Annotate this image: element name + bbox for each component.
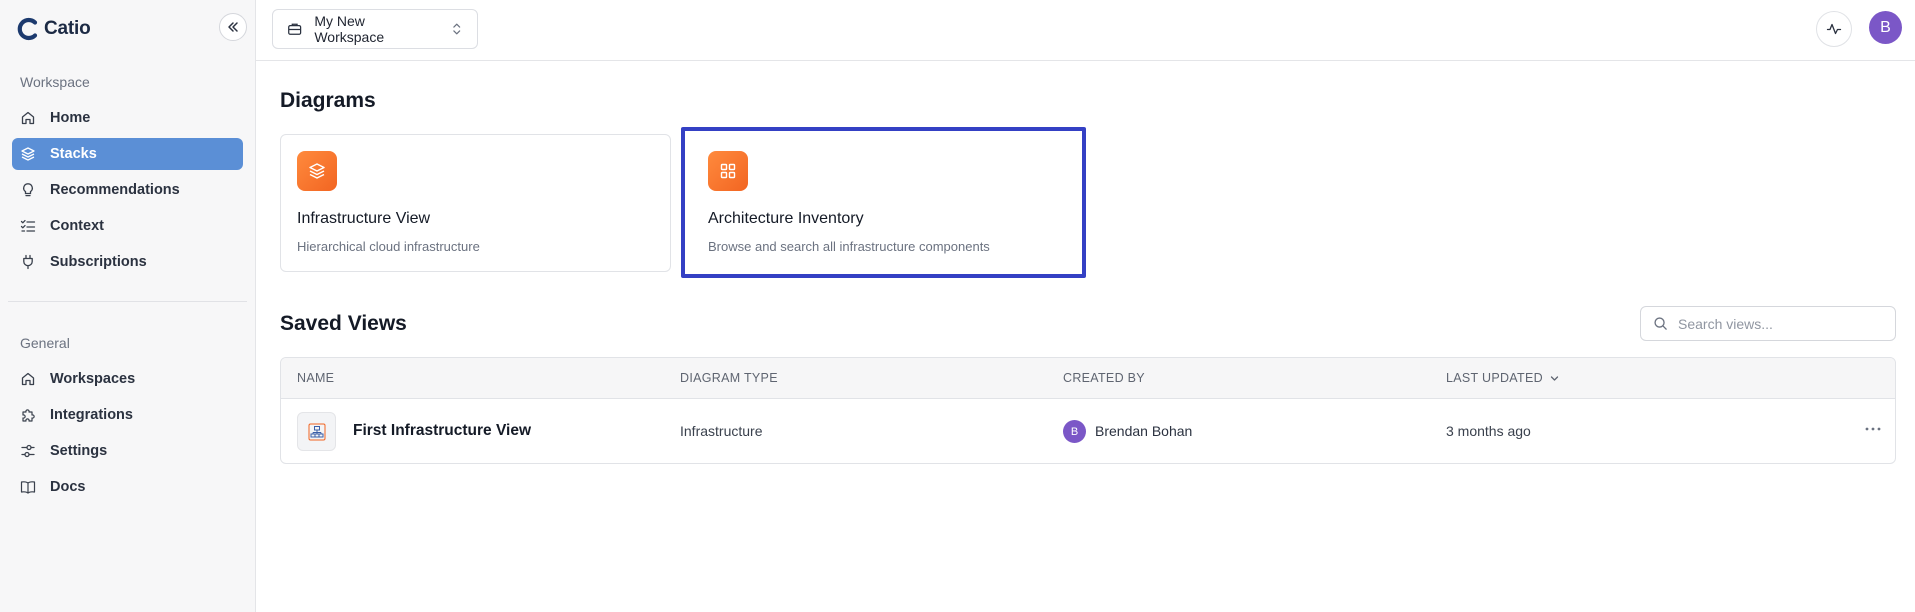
card-icon-badge [708, 151, 748, 191]
lightbulb-icon [23, 183, 33, 197]
sidebar-item-label: Subscriptions [50, 254, 147, 270]
sidebar-item-label: Integrations [50, 407, 133, 423]
chevrons-left-icon [228, 22, 238, 32]
last-updated: 3 months ago [1446, 423, 1531, 439]
diagrams-title: Diagrams [280, 89, 376, 112]
search-icon [1654, 317, 1667, 330]
sidebar-item-workspaces[interactable]: Workspaces [12, 363, 243, 395]
sidebar-item-label: Workspaces [50, 371, 136, 387]
sidebar-item-subscriptions[interactable]: Subscriptions [12, 246, 243, 278]
app-name: Catio [44, 18, 91, 39]
general-section-label: General [20, 335, 70, 351]
book-icon [20, 481, 36, 494]
card-description: Browse and search all infrastructure com… [708, 239, 990, 254]
sliders-icon [21, 444, 35, 458]
view-name[interactable]: First Infrastructure View [353, 422, 531, 440]
layers-icon [309, 163, 325, 179]
sidebar-item-label: Settings [50, 443, 108, 459]
card-icon-badge [297, 151, 337, 191]
catio-logo-icon [17, 17, 38, 41]
column-header-created-by[interactable]: CREATED BY [1063, 371, 1145, 385]
card-title: Infrastructure View [297, 210, 431, 227]
briefcase-icon [288, 23, 302, 35]
sidebar-item-label: Context [50, 218, 104, 234]
sidebar: Catio Workspace Home Stacks Recommendati… [0, 0, 256, 612]
creator-name: Brendan Bohan [1095, 423, 1193, 439]
diagram-card-infrastructure-view[interactable]: Infrastructure View Hierarchical cloud i… [280, 134, 671, 272]
column-header-label: LAST UPDATED [1446, 371, 1543, 385]
home-icon [21, 111, 35, 125]
home-icon [21, 372, 35, 386]
workspace-section-label: Workspace [20, 74, 90, 90]
chevrons-up-down-icon [453, 23, 461, 35]
layers-icon [21, 147, 35, 161]
diagram-card-architecture-inventory[interactable]: Architecture Inventory Browse and search… [681, 127, 1086, 278]
sidebar-item-context[interactable]: Context [12, 210, 243, 242]
plug-icon [23, 254, 33, 270]
puzzle-icon [22, 409, 35, 422]
column-header-diagram-type[interactable]: DIAGRAM TYPE [680, 371, 778, 385]
sidebar-item-integrations[interactable]: Integrations [12, 399, 243, 431]
sidebar-item-stacks[interactable]: Stacks [12, 138, 243, 170]
sidebar-item-label: Stacks [50, 146, 97, 162]
activity-button[interactable] [1816, 11, 1852, 47]
saved-views-title: Saved Views [280, 312, 407, 335]
chevron-down-icon [1550, 375, 1559, 381]
sidebar-divider [8, 301, 247, 302]
more-horizontal-icon [1865, 427, 1881, 431]
sidebar-item-home[interactable]: Home [12, 102, 243, 134]
column-header-last-updated[interactable]: LAST UPDATED [1446, 371, 1560, 385]
sidebar-item-label: Docs [50, 479, 86, 495]
collapse-sidebar-button[interactable] [219, 13, 247, 41]
workspace-name: My New Workspace [314, 13, 385, 45]
card-description: Hierarchical cloud infrastructure [297, 239, 480, 254]
sidebar-item-label: Home [50, 110, 91, 126]
activity-icon [1826, 23, 1842, 35]
search-views-input[interactable] [1678, 315, 1878, 332]
hierarchy-diagram-icon [308, 423, 325, 440]
grid-icon [720, 163, 736, 179]
workspace-selector[interactable]: My New Workspace [272, 9, 478, 49]
sidebar-item-label: Recommendations [50, 182, 180, 198]
creator-avatar: B [1063, 420, 1086, 443]
diagram-type: Infrastructure [680, 423, 763, 439]
table-row[interactable]: First Infrastructure View Infrastructure… [281, 399, 1895, 463]
search-views-box[interactable] [1640, 306, 1896, 341]
sidebar-item-settings[interactable]: Settings [12, 435, 243, 467]
list-check-icon [20, 219, 36, 232]
row-actions-button[interactable] [1861, 417, 1885, 441]
diagram-thumbnail [297, 412, 336, 451]
sidebar-item-docs[interactable]: Docs [12, 471, 243, 503]
catio-logo[interactable]: Catio [16, 16, 91, 42]
sidebar-item-recommendations[interactable]: Recommendations [12, 174, 243, 206]
column-header-name[interactable]: NAME [297, 371, 334, 385]
top-bar: My New Workspace B [256, 0, 1915, 61]
user-avatar[interactable]: B [1869, 11, 1902, 44]
card-title: Architecture Inventory [708, 210, 864, 227]
saved-views-table: NAME DIAGRAM TYPE CREATED BY LAST UPDATE… [280, 357, 1896, 464]
table-header: NAME DIAGRAM TYPE CREATED BY LAST UPDATE… [281, 358, 1895, 399]
